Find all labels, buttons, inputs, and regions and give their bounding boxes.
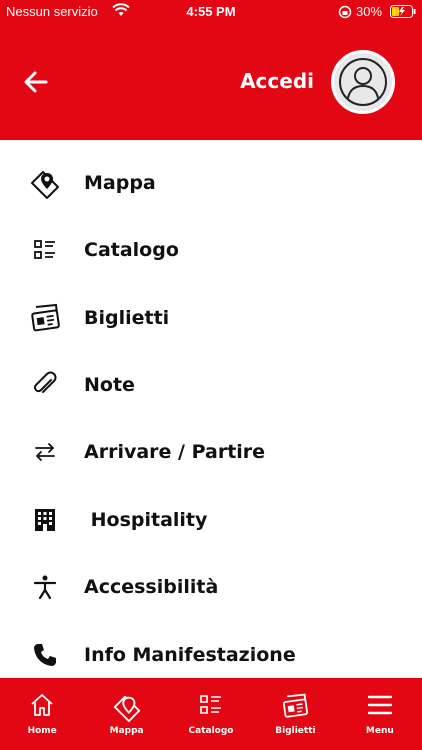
tab-label: Biglietti — [275, 726, 316, 736]
menu-item-label: Biglietti — [84, 307, 170, 329]
tab-home[interactable]: Home — [0, 678, 84, 750]
tab-label: Menu — [365, 726, 394, 736]
status-bar: Nessun servizio 4:55 PM 30% — [0, 0, 422, 24]
user-icon — [339, 58, 387, 106]
back-button[interactable] — [20, 66, 52, 98]
menu-item-accessibilita[interactable]: Accessibilità — [0, 559, 422, 615]
menu-item-hospitality[interactable]: Hospitality — [0, 492, 422, 548]
accessibility-icon — [28, 570, 62, 604]
paperclip-icon — [28, 368, 62, 402]
menu-item-biglietti[interactable]: Biglietti — [0, 290, 422, 346]
battery-icon — [390, 5, 416, 21]
tab-label: Home — [27, 726, 57, 736]
map-pin-icon — [28, 166, 62, 200]
menu-item-label: Catalogo — [84, 239, 179, 261]
map-pin-icon — [84, 692, 168, 722]
menu-item-label: Arrivare / Partire — [84, 441, 266, 463]
ticket-icon — [253, 692, 337, 720]
menu-item-mappa[interactable]: Mappa — [0, 155, 422, 211]
menu-item-label: Accessibilità — [84, 576, 219, 598]
menu-item-catalogo[interactable]: Catalogo — [0, 222, 422, 278]
ticket-icon — [28, 301, 62, 335]
menu-item-info-manifestazione[interactable]: Info Manifestazione — [0, 627, 422, 678]
tab-mappa[interactable]: Mappa — [84, 678, 168, 750]
avatar[interactable] — [331, 50, 395, 114]
phone-icon — [28, 638, 62, 672]
tab-catalogo[interactable]: Catalogo — [169, 678, 253, 750]
menu-item-note[interactable]: Note — [0, 357, 422, 413]
main-menu: Mappa Catalogo Biglietti Note Arrivare /… — [0, 140, 422, 678]
home-icon — [0, 692, 84, 718]
tab-biglietti[interactable]: Biglietti — [253, 678, 337, 750]
app-header: Accedi — [0, 24, 422, 140]
menu-item-label: Note — [84, 374, 135, 396]
building-icon — [28, 503, 62, 537]
list-icon — [28, 233, 62, 267]
hamburger-icon — [338, 692, 422, 718]
bottom-tab-bar: Home Mappa Catalogo Biglietti Menu — [0, 678, 422, 750]
menu-item-label: Info Manifestazione — [84, 644, 296, 666]
tab-label: Catalogo — [188, 726, 234, 736]
swap-arrows-icon — [28, 435, 62, 469]
orientation-lock-icon — [338, 5, 352, 22]
menu-item-label: Mappa — [84, 172, 156, 194]
menu-item-label: Hospitality — [84, 509, 208, 531]
list-icon — [169, 692, 253, 718]
tab-label: Mappa — [109, 726, 144, 736]
tab-menu[interactable]: Menu — [338, 678, 422, 750]
menu-item-arrivare-partire[interactable]: Arrivare / Partire — [0, 424, 422, 480]
battery-percent: 30% — [356, 4, 383, 19]
arrow-left-icon — [24, 71, 48, 93]
login-link[interactable]: Accedi — [240, 69, 314, 93]
